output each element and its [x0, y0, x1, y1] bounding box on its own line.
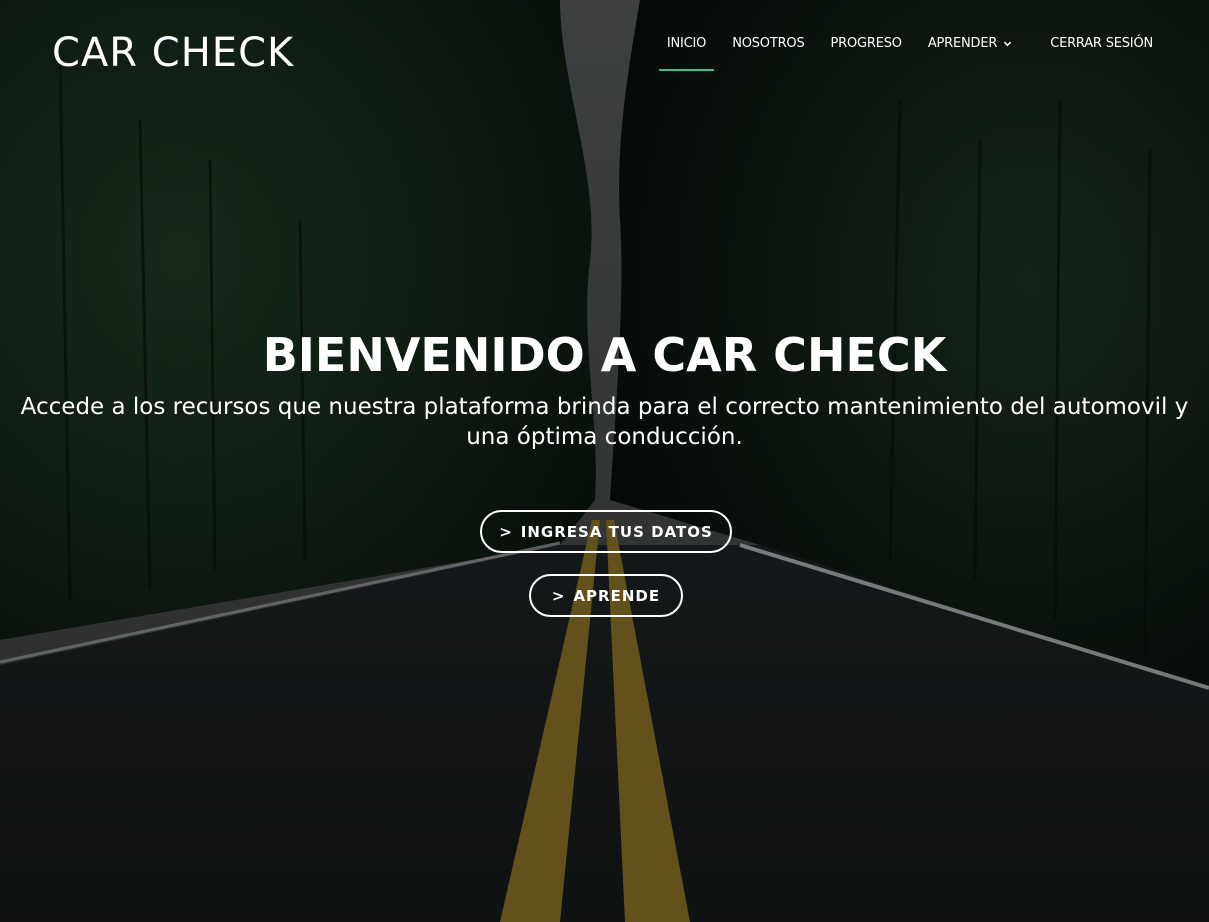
chevron-right-icon: >: [551, 586, 566, 605]
hero-title: BIENVENIDO A CAR CHECK: [262, 328, 947, 382]
hero-overlay: [0, 0, 1209, 922]
ingresa-datos-button[interactable]: > INGRESA TUS DATOS: [480, 510, 732, 553]
site-logo[interactable]: CAR CHECK: [52, 30, 294, 76]
nav-item-inicio[interactable]: INICIO: [658, 36, 715, 71]
aprende-label: APRENDE: [573, 586, 661, 605]
main-nav: INICIO NOSOTROS PROGRESO APRENDER CERRAR…: [641, 36, 1153, 71]
chevron-right-icon: >: [499, 522, 513, 541]
hero-section: [0, 0, 1209, 922]
ingresa-datos-label: INGRESA TUS DATOS: [520, 522, 713, 541]
nav-item-aprender[interactable]: APRENDER: [928, 36, 1012, 51]
aprende-button[interactable]: > APRENDE: [529, 574, 683, 617]
nav-item-nosotros[interactable]: NOSOTROS: [732, 36, 805, 51]
nav-item-progreso[interactable]: PROGRESO: [831, 36, 903, 51]
nav-item-cerrar-sesion[interactable]: CERRAR SESIÓN: [1050, 36, 1153, 51]
chevron-down-icon: [1004, 41, 1012, 47]
nav-item-aprender-label: APRENDER: [927, 36, 998, 51]
hero-subtitle: Accede a los recursos que nuestra plataf…: [20, 394, 1189, 450]
